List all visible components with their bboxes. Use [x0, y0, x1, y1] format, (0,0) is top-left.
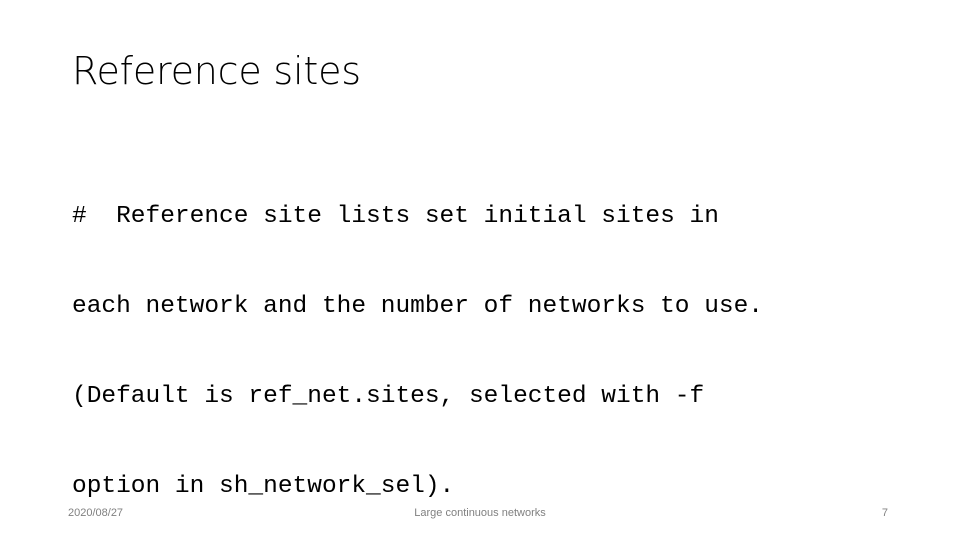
code-block: # Reference site lists set initial sites… [72, 142, 902, 540]
footer-subtitle: Large continuous networks [414, 507, 546, 519]
code-line: # Reference site lists set initial sites… [72, 203, 719, 230]
slide-footer: 2020/08/27 Large continuous networks 7 [0, 506, 960, 530]
footer-page-number: 7 [881, 507, 888, 519]
code-line: option in sh_network_sel). [72, 473, 455, 500]
code-line: (Default is ref_net.sites, selected with… [72, 383, 705, 410]
page-title: Reference sites [72, 49, 361, 93]
code-line: each network and the number of networks … [72, 293, 764, 320]
slide-body: # Reference site lists set initial sites… [72, 142, 902, 540]
slide: Reference sites # Reference site lists s… [0, 0, 960, 540]
